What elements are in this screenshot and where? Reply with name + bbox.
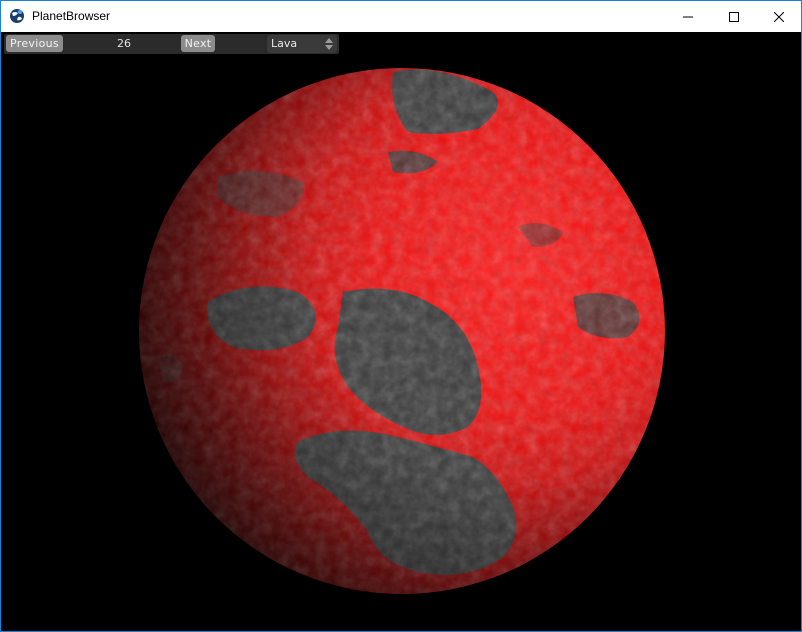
close-button[interactable] [756,1,801,32]
window-title: PlanetBrowser [32,9,111,23]
render-viewport[interactable]: Previous 26 Next Lava [1,32,801,631]
previous-button[interactable]: Previous [6,35,63,52]
next-button[interactable]: Next [181,35,215,52]
planet-index: 26 [117,37,131,50]
title-bar[interactable]: PlanetBrowser [1,1,801,32]
close-icon [774,11,784,22]
planet-toolbar: Previous 26 Next Lava [4,34,339,54]
maximize-icon [729,11,739,22]
maximize-button[interactable] [711,1,757,32]
minimize-button[interactable] [665,1,711,32]
spinner-arrows-icon[interactable] [325,38,333,50]
app-window: PlanetBrowser Previous 26 Next Lava [0,0,802,632]
minimize-icon [683,16,693,17]
planet-browser-icon [10,9,24,23]
lava-planet[interactable] [138,67,666,595]
planet-type-select[interactable]: Lava [267,35,337,53]
planet-type-value: Lava [271,37,298,50]
